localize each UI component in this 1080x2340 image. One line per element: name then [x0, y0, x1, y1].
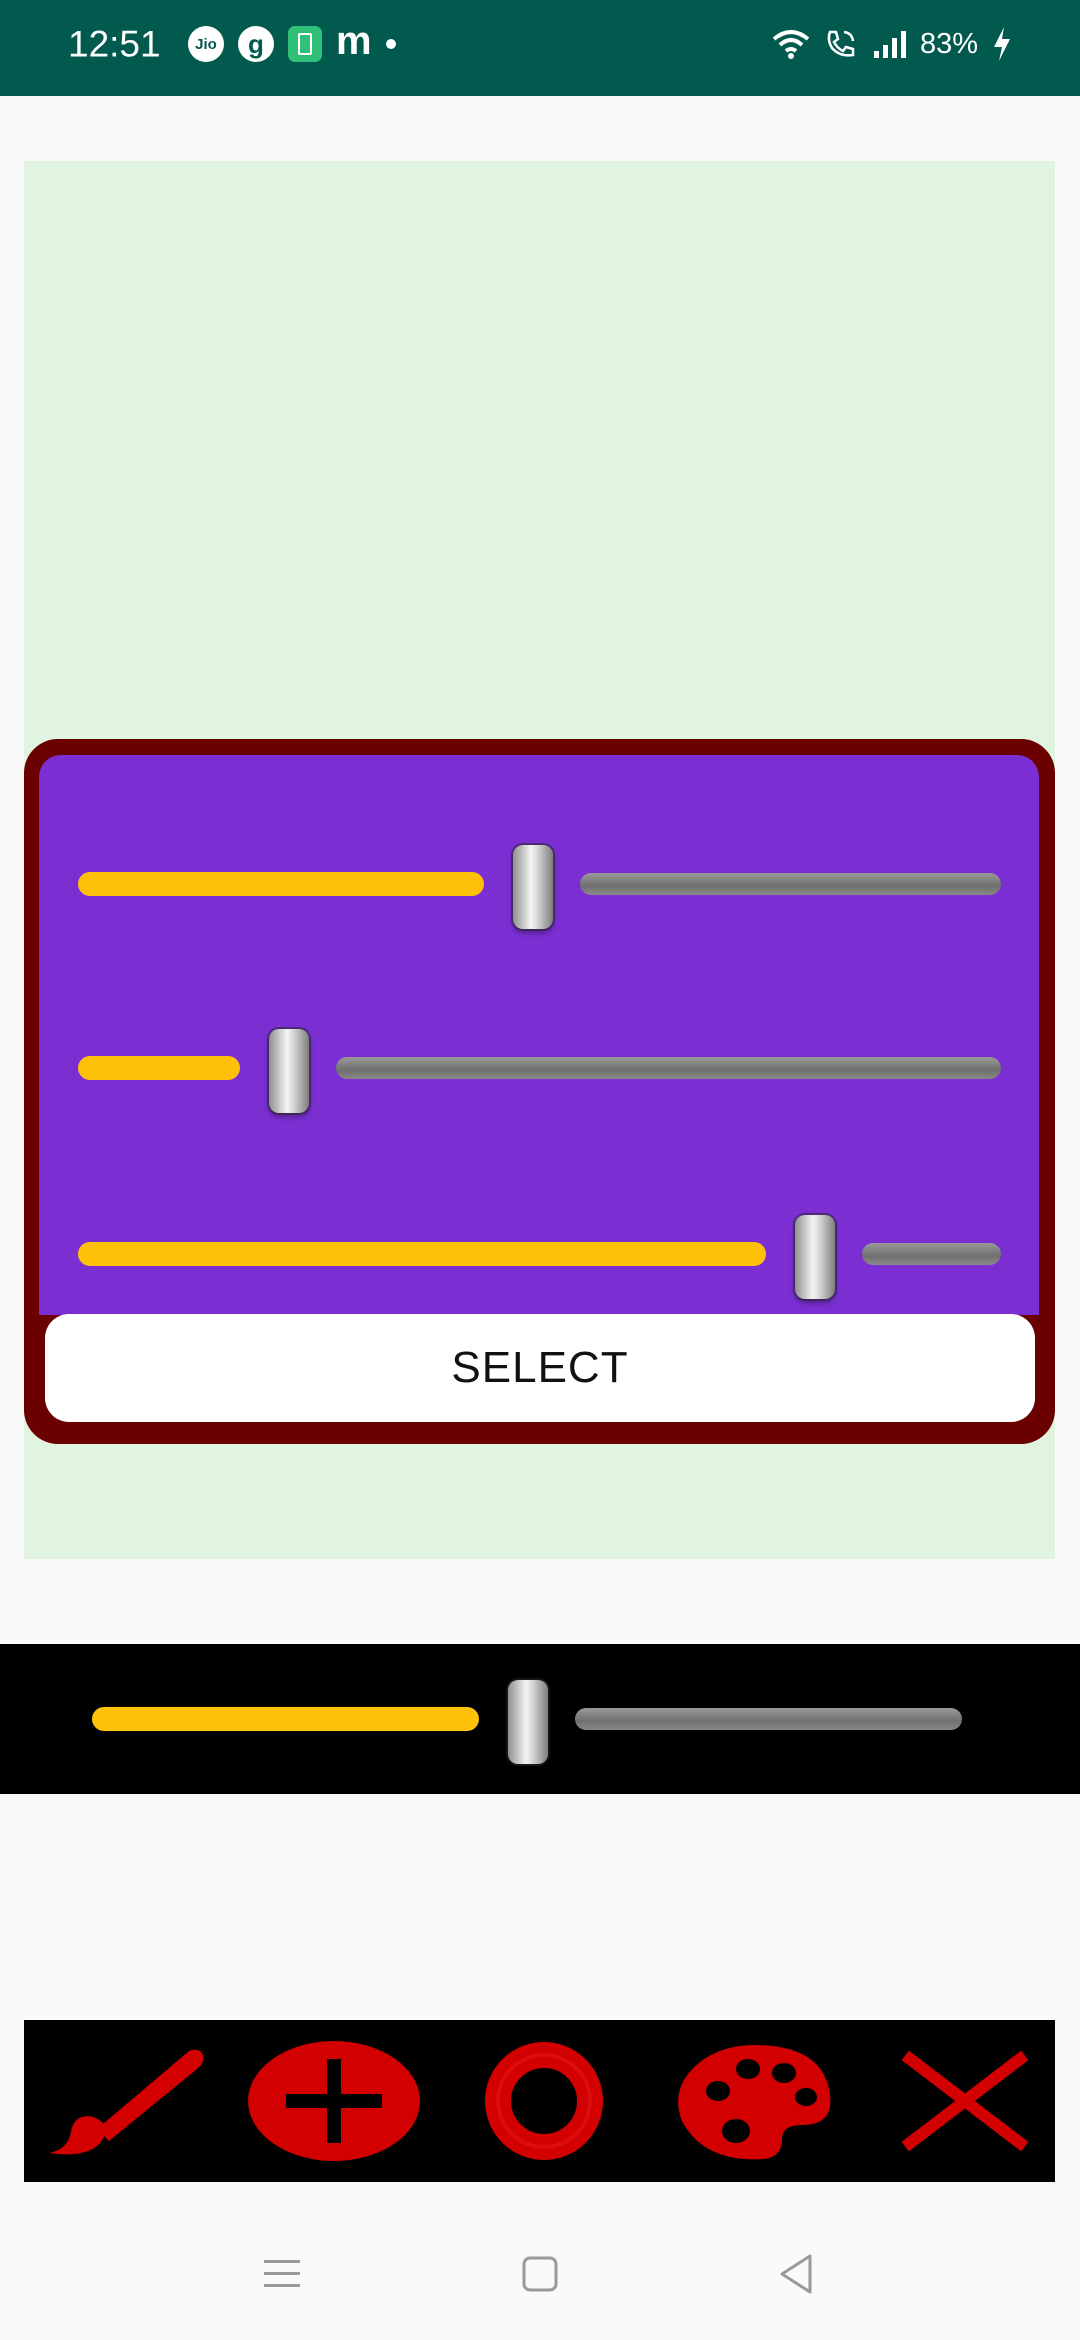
palette-icon	[678, 2045, 831, 2160]
brush-tool[interactable]	[34, 2020, 214, 2182]
blue-slider-thumb[interactable]	[795, 1215, 835, 1299]
size-slider-fill	[92, 1707, 479, 1731]
recents-button[interactable]	[258, 2250, 306, 2298]
back-icon	[780, 2254, 812, 2294]
add-icon	[248, 2041, 420, 2161]
blue-slider-track	[862, 1243, 1001, 1265]
green-slider-track	[336, 1057, 1001, 1079]
close-tool[interactable]	[874, 2020, 1055, 2182]
back-button[interactable]	[772, 2250, 820, 2298]
wifi-icon	[772, 30, 810, 59]
jio-icon: Jio	[188, 26, 224, 62]
system-icons: 83%	[772, 27, 1012, 61]
blue-slider-fill	[78, 1242, 766, 1266]
select-button[interactable]: SELECT	[45, 1314, 1035, 1422]
red-slider-fill	[78, 872, 484, 896]
size-slider-track	[575, 1708, 962, 1730]
notification-icons: Jio g m	[188, 21, 396, 62]
brush-icon	[49, 2049, 204, 2155]
battery-percentage: 83%	[919, 27, 978, 60]
wifi-calling-icon	[827, 30, 855, 57]
charging-icon	[994, 27, 1010, 61]
status-bar: 12:51 Jio g m 83%	[0, 0, 1080, 96]
size-slider-thumb[interactable]	[508, 1680, 548, 1764]
green-slider-thumb[interactable]	[269, 1029, 309, 1113]
g-icon: g	[238, 26, 274, 62]
menu-icon	[264, 2260, 300, 2287]
m-icon: m	[336, 19, 372, 63]
signal-icon	[873, 31, 906, 58]
red-slider-thumb[interactable]	[513, 845, 553, 929]
color-preview	[39, 755, 1039, 1315]
circle-icon	[485, 2042, 603, 2160]
shape-tool[interactable]	[464, 2020, 624, 2182]
tool-bar	[24, 2020, 1055, 2182]
red-slider-track	[580, 873, 1001, 895]
more-notifications-icon	[385, 39, 396, 49]
close-icon	[901, 2051, 1028, 2151]
green-slider-fill	[78, 1056, 240, 1080]
palette-tool[interactable]	[664, 2020, 844, 2182]
home-button[interactable]	[516, 2250, 564, 2298]
home-icon	[522, 2256, 558, 2292]
battery-saver-icon	[288, 26, 322, 62]
add-tool[interactable]	[244, 2020, 424, 2182]
status-time: 12:51	[68, 23, 161, 65]
